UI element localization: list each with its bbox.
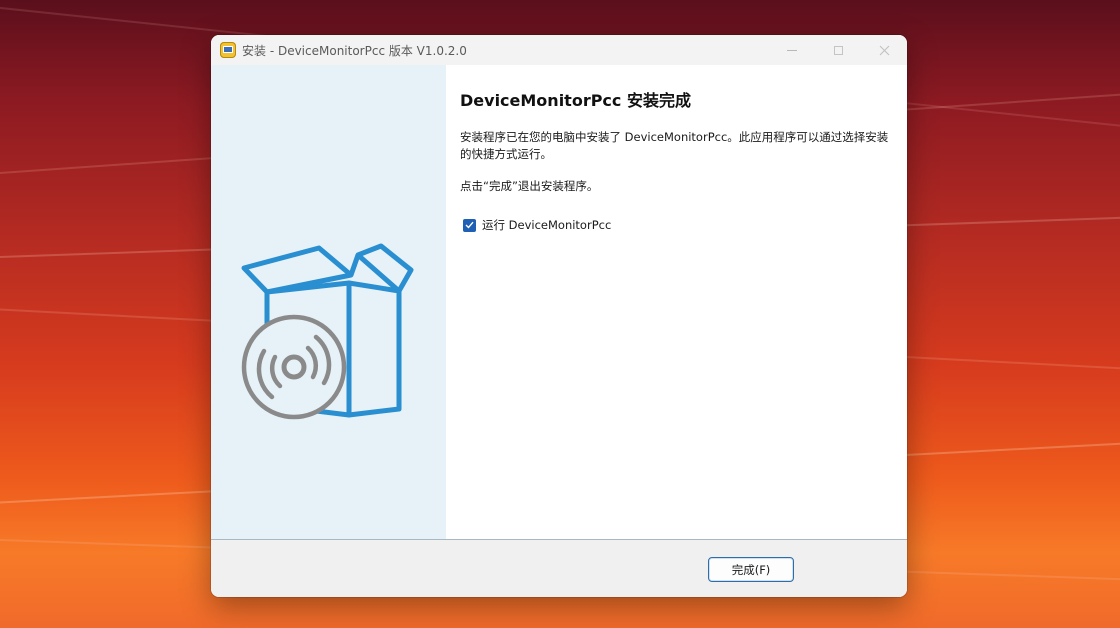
- close-icon: [879, 45, 889, 55]
- close-button[interactable]: [861, 35, 907, 65]
- finish-instruction: 点击“完成”退出安装程序。: [460, 179, 599, 193]
- page-title: DeviceMonitorPcc 安装完成: [460, 91, 691, 110]
- run-app-option[interactable]: 运行 DeviceMonitorPcc: [463, 217, 611, 233]
- run-app-label[interactable]: 运行 DeviceMonitorPcc: [482, 217, 611, 233]
- finish-button[interactable]: 完成(F): [708, 557, 794, 582]
- title-bar[interactable]: 安装 - DeviceMonitorPcc 版本 V1.0.2.0: [211, 35, 907, 65]
- maximize-icon: [833, 45, 843, 55]
- run-app-checkbox[interactable]: [463, 218, 476, 232]
- wizard-content: DeviceMonitorPcc 安装完成 安装程序已在您的电脑中安装了 Dev…: [446, 65, 907, 539]
- maximize-button[interactable]: [815, 35, 861, 65]
- box-with-disc-icon: [241, 243, 414, 420]
- window-title: 安装 - DeviceMonitorPcc 版本 V1.0.2.0: [242, 44, 467, 58]
- minimize-button[interactable]: [769, 35, 815, 65]
- wizard-footer: 完成(F): [211, 540, 907, 597]
- wizard-side-panel: [211, 65, 446, 539]
- completion-description: 安装程序已在您的电脑中安装了 DeviceMonitorPcc。此应用程序可以通…: [460, 130, 889, 161]
- minimize-icon: [787, 49, 797, 51]
- installer-window: 安装 - DeviceMonitorPcc 版本 V1.0.2.0 Device…: [211, 35, 907, 597]
- installer-app-icon: [220, 42, 236, 58]
- checkmark-icon: [465, 221, 474, 229]
